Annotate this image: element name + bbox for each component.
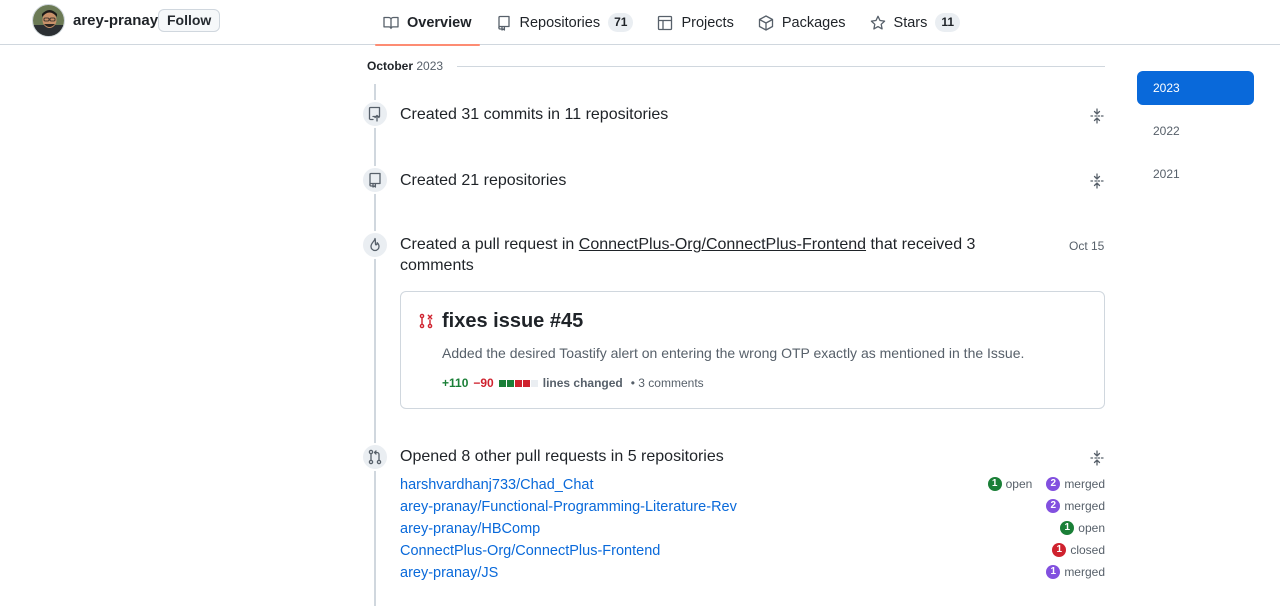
state-merged[interactable]: 1 merged — [1046, 565, 1105, 579]
pr-state-counts: 1 open — [1046, 521, 1105, 535]
repo-push-icon — [368, 106, 381, 122]
pr-state-counts: 1 open 2 merged — [974, 477, 1105, 491]
state-count: 1 — [1046, 565, 1061, 579]
star-icon — [870, 15, 885, 30]
avatar[interactable] — [32, 4, 65, 37]
repositories-count: 71 — [608, 13, 634, 32]
diff-box-deleted — [514, 379, 522, 387]
timeline-badge-repos — [361, 166, 389, 194]
repo-icon — [369, 172, 381, 188]
state-label: merged — [1064, 565, 1105, 579]
pr-state-counts: 1 merged — [1032, 565, 1105, 579]
fold-icon[interactable] — [1089, 450, 1105, 466]
list-item: harshvardhanj733/Chad_Chat 1 open 2 merged — [400, 476, 1105, 498]
pr-state-counts: 2 merged — [1032, 499, 1105, 513]
pr-repo-link[interactable]: arey-pranay/Functional-Programming-Liter… — [400, 499, 737, 515]
state-count: 2 — [1046, 499, 1061, 513]
state-merged[interactable]: 2 merged — [1046, 477, 1105, 491]
book-icon — [383, 16, 399, 29]
state-label: merged — [1064, 499, 1105, 513]
year-filter: 2023 2022 2021 — [1137, 71, 1254, 200]
pr-state-counts: 1 closed — [1038, 543, 1105, 557]
diff-box-added — [498, 379, 506, 387]
pull-request-card: fixes issue #45 Added the desired Toasti… — [400, 291, 1105, 409]
state-label: open — [1078, 521, 1105, 535]
tab-overview[interactable]: Overview — [375, 0, 480, 46]
tab-overview-label: Overview — [407, 14, 472, 31]
tab-projects[interactable]: Projects — [649, 0, 741, 45]
year-2022[interactable]: 2022 — [1137, 114, 1254, 148]
activity-other-prs[interactable]: Opened 8 other pull requests in 5 reposi… — [400, 446, 724, 467]
month-heading: October 2023 — [367, 59, 443, 73]
pr-repo-link[interactable]: arey-pranay/JS — [400, 565, 498, 581]
other-prs-list: harshvardhanj733/Chad_Chat 1 open 2 merged… — [400, 476, 1105, 586]
month-divider — [457, 66, 1105, 67]
tab-packages[interactable]: Packages — [750, 0, 854, 45]
state-merged[interactable]: 2 merged — [1046, 499, 1105, 513]
pr-repo-link[interactable]: arey-pranay/HBComp — [400, 521, 540, 537]
month-name: October — [367, 59, 414, 73]
year-2021[interactable]: 2021 — [1137, 157, 1254, 191]
tab-repositories-label: Repositories — [519, 14, 601, 31]
state-closed[interactable]: 1 closed — [1052, 543, 1105, 557]
timeline-badge-pull-request — [361, 231, 389, 259]
timeline-badge-other-prs — [361, 443, 389, 471]
state-count: 1 — [987, 477, 1002, 491]
pr-repo-link[interactable]: harshvardhanj733/Chad_Chat — [400, 477, 593, 493]
activity-commits[interactable]: Created 31 commits in 11 repositories — [400, 104, 668, 125]
pr-comments[interactable]: • 3 comments — [631, 376, 704, 390]
package-icon — [758, 14, 773, 31]
state-open[interactable]: 1 open — [987, 477, 1033, 491]
tab-stars[interactable]: Stars 11 — [862, 0, 969, 45]
git-pull-request-icon — [368, 449, 382, 465]
pr-date: Oct 15 — [1069, 239, 1105, 253]
state-count: 1 — [1052, 543, 1067, 557]
pr-repo-link[interactable]: ConnectPlus-Org/ConnectPlus-Frontend — [579, 236, 866, 253]
state-label: closed — [1070, 543, 1105, 557]
pr-additions: +110 — [442, 376, 469, 390]
diff-box-added — [506, 379, 514, 387]
list-item: arey-pranay/Functional-Programming-Liter… — [400, 498, 1105, 520]
tab-projects-label: Projects — [681, 14, 734, 31]
list-item: ConnectPlus-Org/ConnectPlus-Frontend 1 cl… — [400, 542, 1105, 564]
pr-description: Added the desired Toastify alert on ente… — [442, 345, 1025, 361]
pull-request-closed-icon — [419, 313, 433, 329]
flame-icon — [370, 237, 380, 252]
pr-deletions: −90 — [473, 376, 494, 390]
repo-icon — [497, 15, 510, 31]
state-open[interactable]: 1 open — [1060, 521, 1105, 535]
tab-packages-label: Packages — [781, 14, 846, 31]
stars-count: 11 — [935, 13, 961, 32]
year-2023[interactable]: 2023 — [1137, 71, 1254, 105]
pr-activity-prefix: Created a pull request in — [400, 236, 579, 253]
pr-title[interactable]: fixes issue #45 — [442, 310, 583, 333]
month-year: 2023 — [416, 59, 444, 73]
fold-icon[interactable] — [1089, 173, 1105, 189]
state-label: merged — [1064, 477, 1105, 491]
state-count: 2 — [1046, 477, 1061, 491]
diff-box-deleted — [522, 379, 530, 387]
follow-button[interactable]: Follow — [158, 9, 221, 32]
pr-diff-stats: +110 −90 lines changed • 3 comments — [442, 376, 704, 390]
tab-stars-label: Stars — [893, 14, 928, 31]
state-count: 1 — [1060, 521, 1075, 535]
state-label: open — [1005, 477, 1033, 491]
profile-header: arey-pranay Follow Overview Repositories… — [0, 0, 1280, 46]
tab-repositories[interactable]: Repositories 71 — [488, 0, 642, 45]
profile-tabs: Overview Repositories 71 Projects Packag… — [375, 0, 976, 46]
list-item: arey-pranay/JS 1 merged — [400, 564, 1105, 586]
profile-username[interactable]: arey-pranay — [73, 12, 158, 29]
timeline-badge-commits — [361, 100, 389, 128]
pr-lines-changed: lines changed — [542, 376, 623, 390]
timeline-line — [374, 84, 376, 606]
activity-pull-request: Created a pull request in ConnectPlus-Or… — [400, 234, 1020, 276]
diff-box-neutral — [530, 379, 538, 387]
list-item: arey-pranay/HBComp 1 open — [400, 520, 1105, 542]
table-icon — [658, 15, 673, 30]
pr-repo-link[interactable]: ConnectPlus-Org/ConnectPlus-Frontend — [400, 543, 660, 559]
activity-repos-created[interactable]: Created 21 repositories — [400, 170, 566, 191]
fold-icon[interactable] — [1089, 108, 1105, 124]
